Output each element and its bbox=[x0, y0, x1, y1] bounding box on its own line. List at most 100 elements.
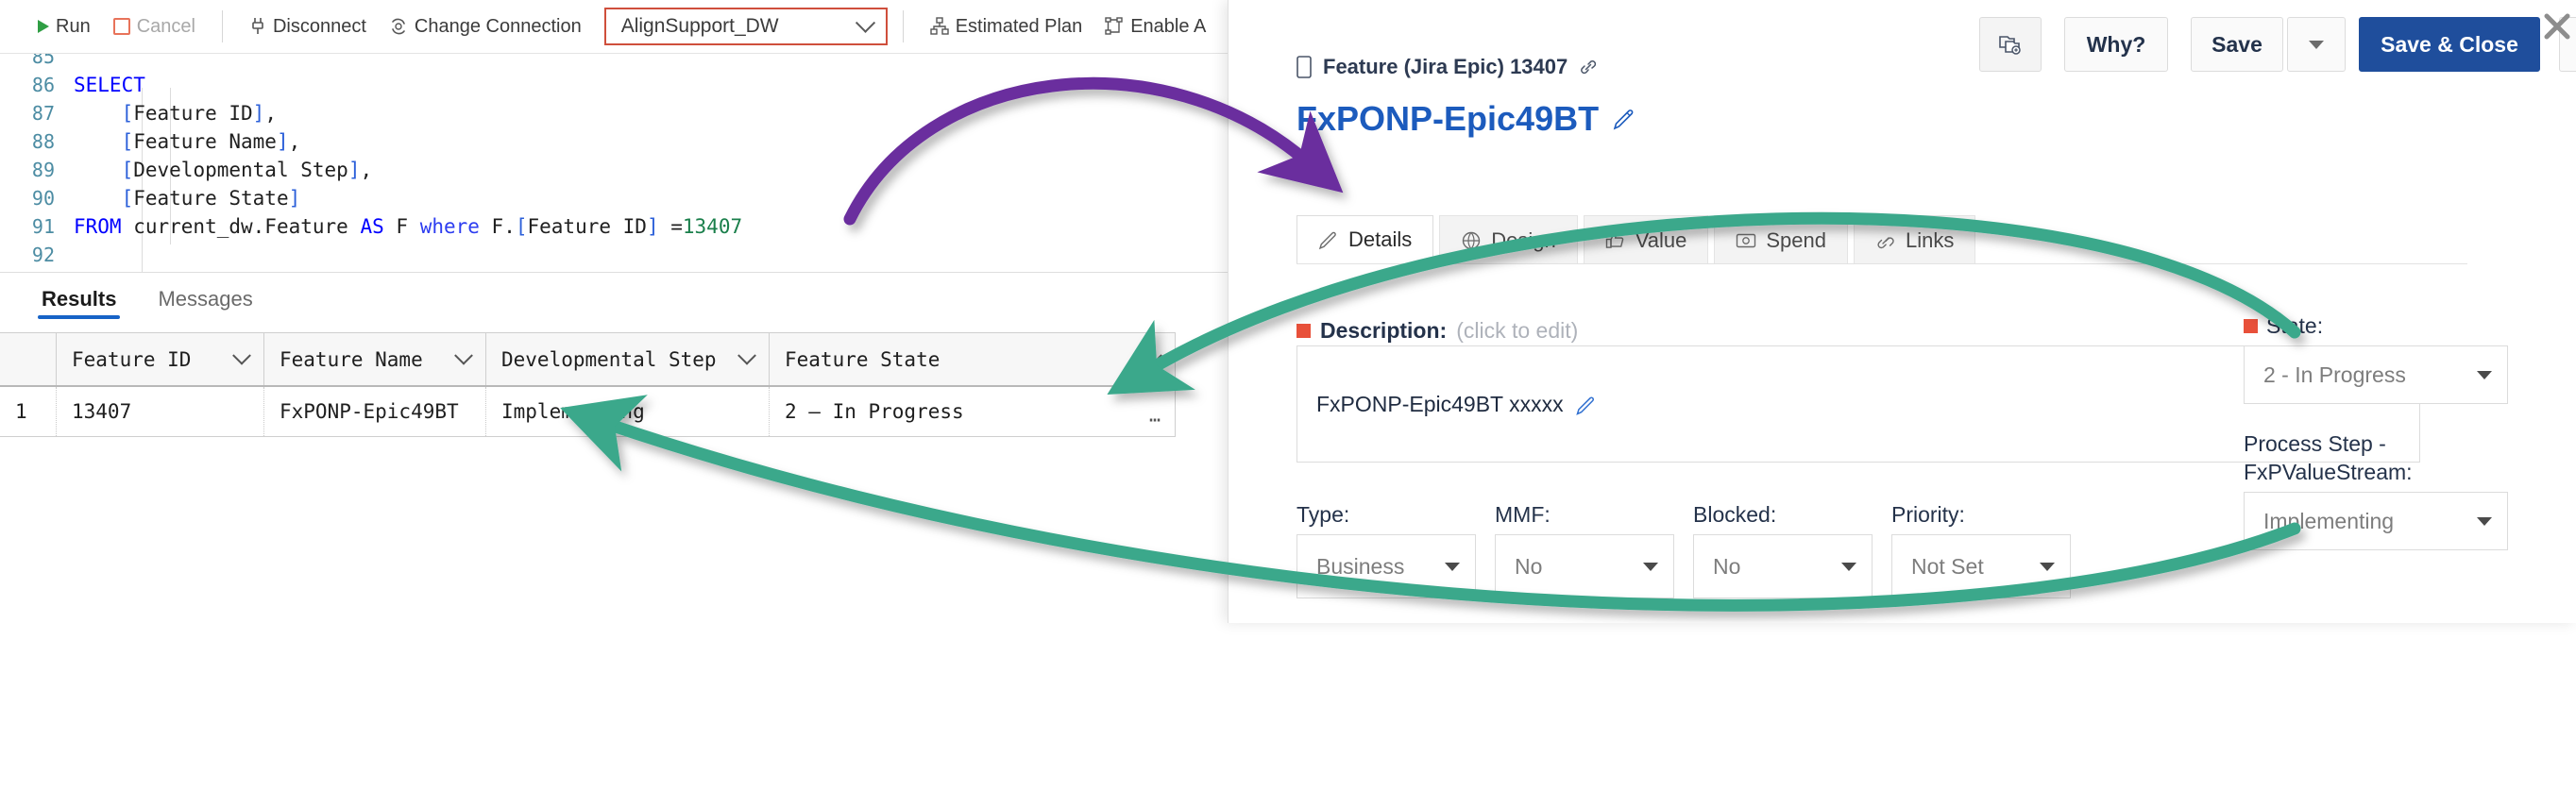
document-icon bbox=[1296, 56, 1312, 78]
connection-select[interactable]: AlignSupport_DW bbox=[603, 8, 888, 45]
chevron-down-icon bbox=[855, 12, 875, 33]
code-line: 87 [Feature ID], bbox=[0, 99, 1228, 127]
detail-panel-header: Feature (Jira Epic) 13407 FxPONP-Epic49B… bbox=[1229, 0, 2576, 138]
state-value: 2 - In Progress bbox=[2263, 362, 2406, 387]
description-value: FxPONP-Epic49BT xxxxx bbox=[1316, 392, 1564, 416]
sql-toolbar: Run Cancel Disconnect Change Connection … bbox=[0, 0, 1228, 54]
change-connection-button[interactable]: Change Connection bbox=[378, 9, 593, 43]
breadcrumb-label: Feature (Jira Epic) 13407 bbox=[1323, 55, 1568, 78]
disconnect-label: Disconnect bbox=[272, 15, 366, 37]
copy-folder-icon bbox=[1997, 31, 2024, 58]
tab-details[interactable]: Details bbox=[1296, 215, 1434, 264]
editor-bottom-divider bbox=[0, 272, 1228, 273]
line-number: 86 bbox=[31, 74, 55, 96]
link-icon[interactable] bbox=[1579, 58, 1598, 76]
code-line: 92 bbox=[0, 241, 1228, 269]
tab-label: Design bbox=[1491, 227, 1556, 252]
caret-down-icon bbox=[2309, 40, 2324, 49]
link-icon bbox=[1875, 230, 1896, 251]
estimated-plan-button[interactable]: Estimated Plan bbox=[919, 9, 1094, 43]
record-detail-panel: Feature (Jira Epic) 13407 FxPONP-Epic49B… bbox=[1228, 0, 2576, 623]
description-label: Description: (click to edit) bbox=[1296, 318, 1578, 344]
grid-header-index bbox=[0, 333, 57, 385]
run-button[interactable]: Run bbox=[26, 9, 102, 43]
field-label: Process Step - FxPValueStream: bbox=[2244, 431, 2413, 484]
tab-label: Links bbox=[1906, 227, 1955, 252]
tabs-underline bbox=[1296, 263, 2467, 264]
cell-feature-name: FxPONP-Epic49BT bbox=[264, 387, 486, 436]
tab-messages[interactable]: Messages bbox=[137, 283, 273, 325]
grid-header-feature-id[interactable]: Feature ID bbox=[57, 333, 264, 385]
enable-actual-plan-button[interactable]: Enable A bbox=[1093, 9, 1217, 43]
close-icon[interactable] bbox=[2538, 8, 2576, 45]
chevron-down-icon[interactable] bbox=[454, 345, 473, 365]
chevron-down-icon[interactable] bbox=[737, 345, 756, 365]
state-label-row: State: bbox=[2244, 311, 2508, 340]
process-step-select[interactable]: Implementing bbox=[2244, 492, 2508, 550]
grid-header-feature-name[interactable]: Feature Name bbox=[264, 333, 486, 385]
field-label: Type: bbox=[1296, 502, 1350, 527]
grid-header-label: Feature ID bbox=[72, 347, 192, 371]
grid-header-feature-state[interactable]: Feature State bbox=[770, 333, 1176, 385]
save-button[interactable]: Save bbox=[2191, 17, 2283, 72]
field-state: State: 2 - In Progress bbox=[2244, 311, 2508, 404]
code-line: 88 [Feature Name], bbox=[0, 127, 1228, 156]
code-text: [Feature State] bbox=[121, 187, 301, 210]
results-tabstrip: Results Messages bbox=[0, 283, 1228, 328]
cell-developmental-step: Implementing bbox=[486, 387, 770, 436]
caret-down-icon bbox=[1841, 562, 1856, 571]
screen-root: Run Cancel Disconnect Change Connection … bbox=[0, 0, 2576, 623]
detail-tabstrip: Details Design Value Spend Links bbox=[1296, 215, 1981, 264]
globe-icon bbox=[1461, 230, 1482, 251]
sql-editor[interactable]: 85 86 SELECT 87 [Feature ID], 88 [Featur… bbox=[0, 54, 1228, 273]
cancel-button[interactable]: Cancel bbox=[102, 9, 207, 43]
disconnect-button[interactable]: Disconnect bbox=[238, 9, 378, 43]
cell-feature-state: 2 – In Progress … bbox=[770, 387, 1176, 436]
blocked-select[interactable]: No bbox=[1693, 534, 1873, 598]
tab-results[interactable]: Results bbox=[21, 283, 137, 325]
chevron-down-icon[interactable] bbox=[232, 345, 251, 365]
grid-header-label: Feature State bbox=[785, 347, 941, 371]
code-text: FROM current_dw.Feature AS F where F.[Fe… bbox=[74, 215, 743, 238]
save-and-close-button[interactable]: Save & Close bbox=[2359, 17, 2540, 72]
refresh-connection-icon bbox=[389, 17, 408, 36]
tab-links[interactable]: Links bbox=[1854, 215, 1976, 264]
toolbar-divider-2 bbox=[902, 10, 904, 42]
why-button[interactable]: Why? bbox=[2064, 17, 2168, 72]
grid-header-developmental-step[interactable]: Developmental Step bbox=[486, 333, 770, 385]
caret-down-icon bbox=[2477, 516, 2492, 526]
field-label: State: bbox=[2266, 313, 2324, 338]
code-line: 90 [Feature State] bbox=[0, 184, 1228, 212]
pencil-icon[interactable] bbox=[1612, 107, 1636, 131]
field-blocked: Blocked: No bbox=[1693, 500, 1873, 598]
record-title-text: FxPONP-Epic49BT bbox=[1296, 99, 1600, 138]
tab-label: Details bbox=[1348, 227, 1413, 251]
code-text: SELECT bbox=[74, 74, 145, 96]
cell-feature-state-text: 2 – In Progress bbox=[785, 400, 964, 423]
line-number: 85 bbox=[31, 54, 55, 68]
clone-record-button[interactable] bbox=[1979, 17, 2042, 72]
description-hint: (click to edit) bbox=[1456, 318, 1579, 343]
tab-label: Value bbox=[1635, 227, 1687, 252]
play-icon bbox=[38, 20, 49, 33]
table-row[interactable]: 1 13407 FxPONP-Epic49BT Implementing 2 –… bbox=[0, 387, 1176, 437]
priority-select[interactable]: Not Set bbox=[1891, 534, 2071, 598]
plug-icon bbox=[249, 17, 266, 36]
line-number: 92 bbox=[31, 244, 55, 266]
chevron-down-icon[interactable] bbox=[1144, 345, 1162, 365]
actual-plan-icon bbox=[1105, 17, 1124, 36]
tab-value[interactable]: Value bbox=[1583, 215, 1709, 264]
required-marker-icon bbox=[1296, 324, 1311, 338]
type-select[interactable]: Business bbox=[1296, 534, 1476, 598]
line-number: 91 bbox=[31, 215, 55, 238]
field-label: Priority: bbox=[1891, 502, 1965, 527]
blocked-value: No bbox=[1713, 553, 1741, 579]
priority-value: Not Set bbox=[1911, 553, 1984, 579]
state-select[interactable]: 2 - In Progress bbox=[2244, 345, 2508, 404]
pencil-icon[interactable] bbox=[1575, 394, 1598, 416]
tab-spend[interactable]: Spend bbox=[1714, 215, 1848, 264]
tab-design[interactable]: Design bbox=[1439, 215, 1578, 264]
mmf-select[interactable]: No bbox=[1495, 534, 1674, 598]
save-dropdown-button[interactable] bbox=[2287, 17, 2346, 72]
caret-down-icon bbox=[1643, 562, 1658, 571]
